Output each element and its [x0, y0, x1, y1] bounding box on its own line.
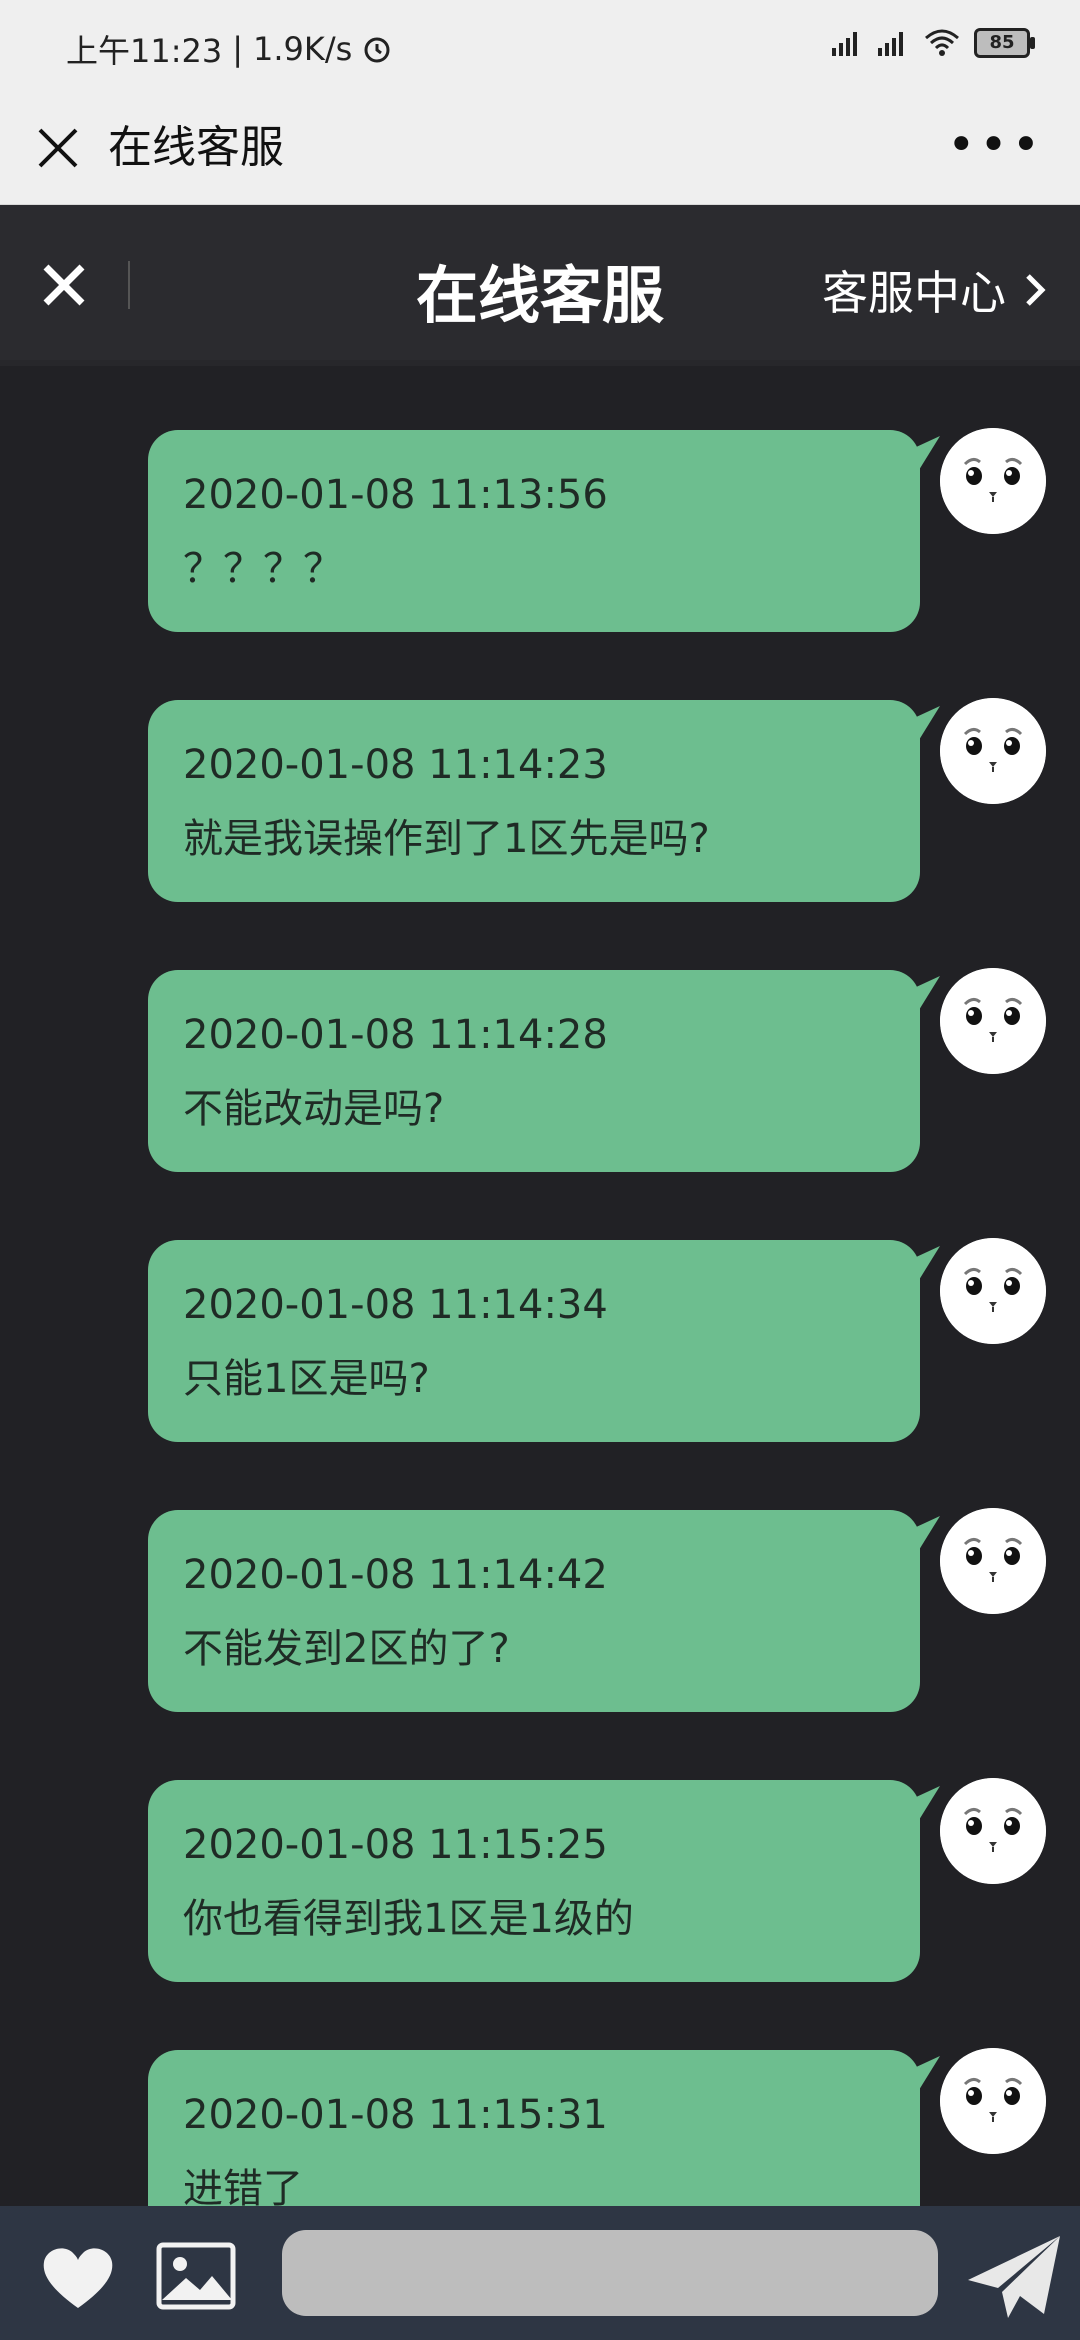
service-center-label: 客服中心 [822, 266, 1006, 320]
avatar[interactable] [940, 698, 1046, 804]
chat-message: 2020-01-08 11:13:56 ？？？？ [0, 366, 1080, 632]
message-timestamp: 2020-01-08 11:14:34 [183, 1282, 608, 1328]
chat-message: 2020-01-08 11:14:42 不能发到2区的了? [0, 1446, 1080, 1712]
network-speed: 1.9K/s [253, 30, 353, 68]
signal-icon [832, 32, 857, 56]
send-icon[interactable] [964, 2232, 1064, 2322]
chat-list[interactable]: 2020-01-08 11:13:56 ？？？？ 2020-01-08 11:1… [0, 366, 1080, 2206]
message-input[interactable] [282, 2230, 938, 2316]
avatar[interactable] [940, 1778, 1046, 1884]
avatar[interactable] [940, 968, 1046, 1074]
chat-message: 2020-01-08 11:14:34 只能1区是吗? [0, 1176, 1080, 1442]
avatar[interactable] [940, 2048, 1046, 2154]
avatar[interactable] [940, 1508, 1046, 1614]
message-timestamp: 2020-01-08 11:15:31 [183, 2092, 608, 2138]
service-center-link[interactable]: 客服中心 [822, 257, 1046, 323]
message-bubble[interactable]: 2020-01-08 11:15:25 你也看得到我1区是1级的 [148, 1780, 920, 1982]
status-left: 上午11:23 | 1.9K/s [66, 26, 392, 72]
alarm-icon [364, 37, 390, 63]
message-text: 只能1区是吗? [183, 1356, 430, 1402]
wifi-icon [925, 29, 959, 56]
message-text: 不能改动是吗? [183, 1086, 445, 1132]
chat-message: 2020-01-08 11:14:28 不能改动是吗? [0, 906, 1080, 1172]
avatar[interactable] [940, 1238, 1046, 1344]
message-text: 进错了 [183, 2166, 303, 2206]
chat-message: 2020-01-08 11:15:25 你也看得到我1区是1级的 [0, 1716, 1080, 1982]
status-separator: | [232, 30, 244, 68]
battery-indicator: 85 [974, 28, 1035, 58]
message-timestamp: 2020-01-08 11:14:28 [183, 1012, 608, 1058]
message-text: 你也看得到我1区是1级的 [183, 1896, 634, 1942]
message-bubble[interactable]: 2020-01-08 11:14:28 不能改动是吗? [148, 970, 920, 1172]
message-bubble[interactable]: 2020-01-08 11:13:56 ？？？？ [148, 430, 920, 632]
message-timestamp: 2020-01-08 11:14:42 [183, 1552, 608, 1598]
status-time: 上午11:23 [66, 32, 223, 70]
status-right: 85 [830, 28, 1035, 58]
input-bar [0, 2206, 1080, 2340]
heart-icon[interactable] [40, 2244, 116, 2312]
close-icon[interactable] [32, 122, 84, 174]
message-text: 就是我误操作到了1区先是吗? [183, 816, 710, 862]
message-bubble[interactable]: 2020-01-08 11:14:34 只能1区是吗? [148, 1240, 920, 1442]
message-bubble[interactable]: 2020-01-08 11:15:31 进错了 [148, 2050, 920, 2206]
status-bar: 上午11:23 | 1.9K/s 85 [0, 0, 1080, 96]
message-text: ？？？？ [183, 546, 343, 592]
message-timestamp: 2020-01-08 11:13:56 [183, 472, 608, 518]
avatar[interactable] [940, 428, 1046, 534]
more-options-icon[interactable]: ••• [947, 121, 1044, 169]
chat-message: 2020-01-08 11:14:23 就是我误操作到了1区先是吗? [0, 636, 1080, 902]
image-icon[interactable] [156, 2242, 236, 2310]
app-bar: 在线客服 ••• [0, 96, 1080, 205]
chevron-right-icon [1026, 274, 1046, 306]
message-bubble[interactable]: 2020-01-08 11:14:23 就是我误操作到了1区先是吗? [148, 700, 920, 902]
message-timestamp: 2020-01-08 11:14:23 [183, 742, 608, 788]
chat-message: 2020-01-08 11:15:31 进错了 [0, 1986, 1080, 2206]
message-bubble[interactable]: 2020-01-08 11:14:42 不能发到2区的了? [148, 1510, 920, 1712]
message-timestamp: 2020-01-08 11:15:25 [183, 1822, 608, 1868]
signal-icon [878, 32, 903, 56]
app-bar-title: 在线客服 [108, 122, 284, 173]
page-header: 在线客服 客服中心 [0, 205, 1080, 366]
message-text: 不能发到2区的了? [183, 1626, 510, 1672]
